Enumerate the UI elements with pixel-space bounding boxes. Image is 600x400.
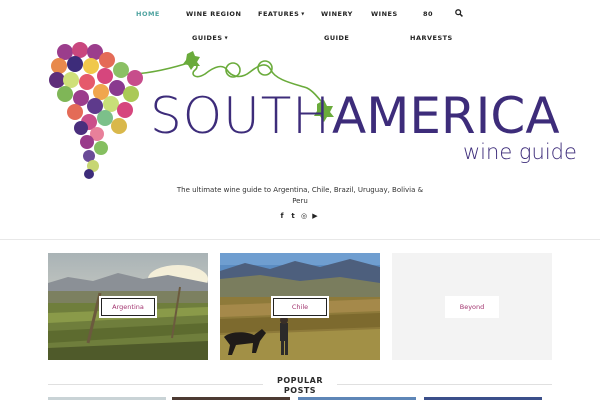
site-logo[interactable]: SOUTH AMERICA wine guide	[45, 40, 577, 180]
popular-posts-rule-left	[48, 384, 263, 385]
nav-item-wines[interactable]: WINES	[371, 10, 398, 18]
card-label-chile: Chile	[271, 295, 329, 318]
nav-item-features[interactable]: FEATURES ▾	[258, 10, 305, 18]
popular-posts-heading: POPULAR POSTS	[277, 376, 323, 395]
twitter-icon[interactable]: t	[290, 212, 296, 220]
nav-item-features-label: FEATURES	[258, 10, 300, 18]
youtube-icon[interactable]: ▶	[312, 212, 318, 220]
site-tagline: The ultimate wine guide to Argentina, Ch…	[176, 186, 424, 205]
chevron-down-icon: ▾	[301, 10, 305, 18]
card-label-argentina: Argentina	[99, 295, 157, 318]
facebook-icon[interactable]: f	[279, 212, 285, 220]
main-nav: HOME WINE REGION FEATURES ▾ WINERY WINES …	[0, 0, 600, 26]
nav-item-home[interactable]: HOME	[136, 10, 160, 18]
social-links: f t ◎ ▶	[279, 212, 318, 222]
logo-word-america: AMERICA	[332, 87, 560, 145]
nav-item-wine-region[interactable]: WINE REGION	[186, 10, 241, 18]
category-card-argentina[interactable]: Argentina	[48, 253, 208, 360]
category-card-chile[interactable]: Chile	[220, 253, 380, 360]
card-label-beyond: Beyond	[445, 295, 499, 318]
category-card-beyond[interactable]: Beyond	[392, 253, 552, 360]
instagram-icon[interactable]: ◎	[301, 212, 307, 220]
search-icon[interactable]	[455, 9, 463, 17]
logo-word-south: SOUTH	[150, 87, 331, 145]
nav-item-80[interactable]: 80	[423, 10, 433, 18]
nav-item-winery[interactable]: WINERY	[321, 10, 353, 18]
popular-posts-rule-right	[337, 384, 552, 385]
logo-subtitle: wine guide	[463, 140, 577, 164]
